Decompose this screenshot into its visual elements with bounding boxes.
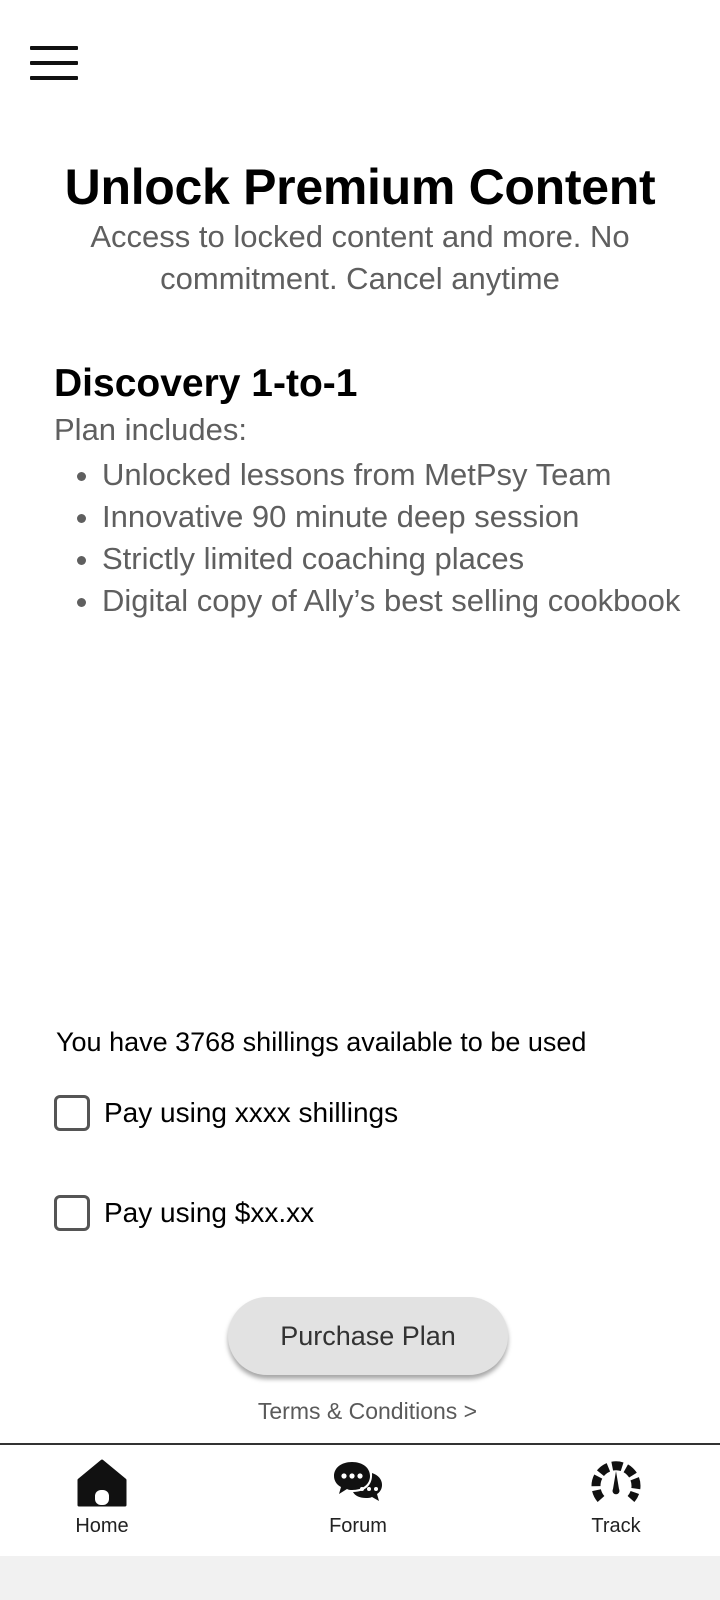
plan-name: Discovery 1-to-1 [54, 362, 358, 405]
plan-features-list: Unlocked lessons from MetPsy Team Innova… [54, 454, 694, 622]
nav-label-track: Track [591, 1515, 641, 1537]
home-icon [77, 1459, 127, 1507]
pay-with-dollars-option[interactable]: Pay using $xx.xx [54, 1195, 314, 1231]
nav-item-track[interactable]: Track [556, 1459, 676, 1538]
pay-with-shillings-option[interactable]: Pay using xxxx shillings [54, 1095, 398, 1131]
menu-line [30, 61, 78, 65]
purchase-plan-button[interactable]: Purchase Plan [228, 1297, 508, 1375]
plan-feature-item: Innovative 90 minute deep session [102, 496, 694, 538]
premium-plan-screen: Unlock Premium Content Access to locked … [0, 0, 720, 1600]
nav-label-forum: Forum [329, 1515, 387, 1537]
nav-item-home[interactable]: Home [42, 1459, 162, 1538]
page-subtitle: Access to locked content and more. No co… [90, 219, 630, 296]
page-title: Unlock Premium Content [64, 159, 656, 215]
system-gesture-bar [0, 1556, 720, 1600]
plan-feature-item: Unlocked lessons from MetPsy Team [102, 454, 694, 496]
pay-with-shillings-label: Pay using xxxx shillings [104, 1097, 399, 1128]
menu-line [30, 46, 78, 50]
hamburger-menu-icon[interactable] [30, 46, 78, 82]
bottom-navigation: Home Forum Track [0, 1443, 720, 1558]
nav-item-forum[interactable]: Forum [298, 1459, 418, 1538]
menu-line [30, 76, 78, 80]
pay-with-dollars-checkbox[interactable] [54, 1195, 90, 1231]
plan-feature-item: Digital copy of Ally’s best selling cook… [102, 580, 694, 622]
terms-and-conditions-link[interactable]: Terms & Conditions > [0, 1398, 720, 1425]
pay-with-shillings-checkbox[interactable] [54, 1095, 90, 1131]
speedometer-icon [591, 1461, 641, 1502]
plan-includes-label: Plan includes: [54, 412, 248, 447]
pay-with-dollars-label: Pay using $xx.xx [104, 1197, 315, 1228]
shillings-balance-note: You have 3768 shillings available to be … [56, 1027, 587, 1057]
chat-bubbles-icon [334, 1462, 382, 1501]
plan-feature-item: Strictly limited coaching places [102, 538, 694, 580]
nav-label-home: Home [75, 1515, 129, 1537]
